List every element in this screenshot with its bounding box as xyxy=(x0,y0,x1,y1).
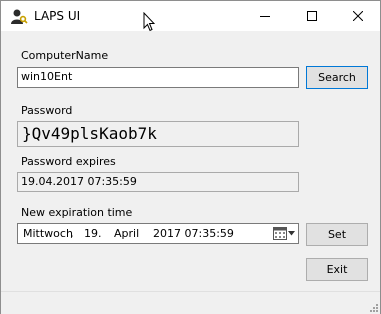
password-expires-field[interactable]: 19.04.2017 07:35:59 xyxy=(17,172,299,192)
title-bar[interactable]: LAPS UI xyxy=(1,1,381,32)
mouse-cursor-icon xyxy=(143,12,155,32)
maximize-button[interactable] xyxy=(289,1,335,31)
set-button[interactable]: Set xyxy=(306,223,368,246)
maximize-icon xyxy=(307,11,317,21)
expiration-date-picker[interactable]: Mittwoch , 19. April 2017 07:35:59 xyxy=(17,223,299,244)
minimize-icon xyxy=(260,16,270,17)
date-day[interactable]: 19. xyxy=(84,227,102,240)
password-label: Password xyxy=(21,104,73,117)
close-icon xyxy=(353,11,363,21)
computer-name-input[interactable]: win10Ent xyxy=(17,67,299,88)
date-month[interactable]: April xyxy=(114,227,139,240)
password-expires-label: Password expires xyxy=(21,155,116,168)
calendar-icon[interactable] xyxy=(273,227,287,240)
resize-grip-icon[interactable] xyxy=(368,302,378,312)
window-title: LAPS UI xyxy=(34,9,81,23)
password-field[interactable]: }Qv49plsKaob7k xyxy=(17,121,299,147)
user-key-icon xyxy=(11,9,28,24)
laps-ui-window: LAPS UI ComputerName win10Ent Search Pas… xyxy=(0,0,381,314)
status-bar xyxy=(1,291,380,314)
search-button[interactable]: Search xyxy=(306,66,368,89)
computer-name-label: ComputerName xyxy=(21,49,109,62)
close-button[interactable] xyxy=(335,1,381,31)
new-expiration-label: New expiration time xyxy=(21,206,133,219)
dropdown-arrow-icon[interactable] xyxy=(288,231,295,236)
date-year-time[interactable]: 2017 07:35:59 xyxy=(153,227,234,240)
exit-button[interactable]: Exit xyxy=(306,258,368,281)
date-separator: , xyxy=(70,227,74,240)
date-weekday[interactable]: Mittwoch xyxy=(23,227,73,240)
minimize-button[interactable] xyxy=(242,1,288,31)
